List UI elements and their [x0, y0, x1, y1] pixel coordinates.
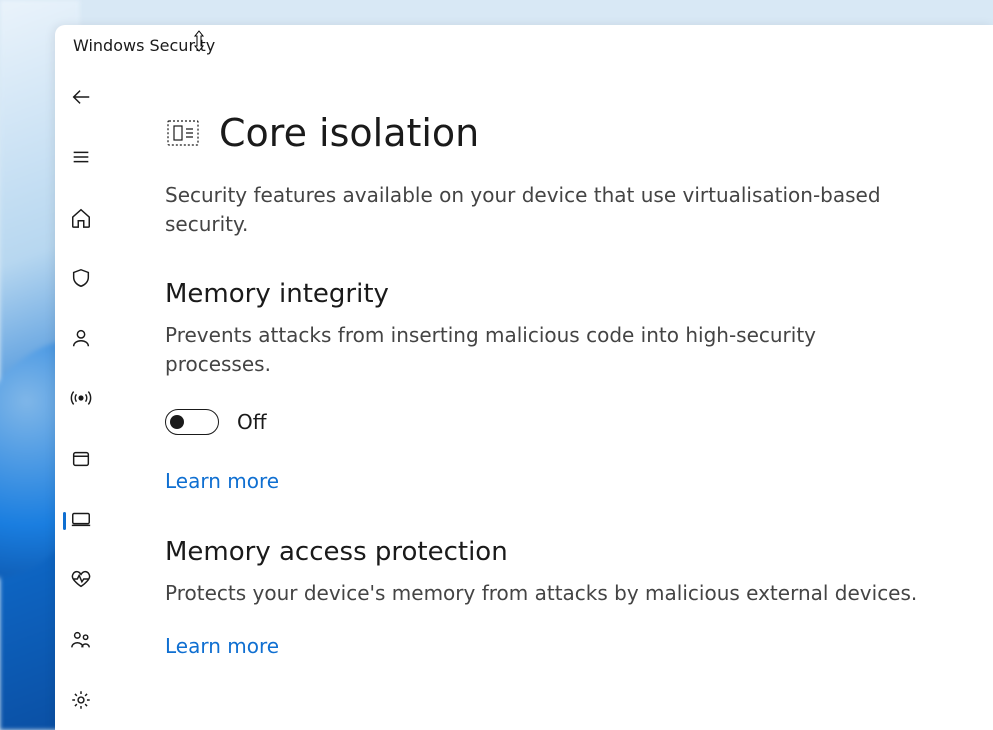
- memory-integrity-learn-more-link[interactable]: Learn more: [165, 469, 279, 493]
- main-content: Core isolation Security features availab…: [107, 65, 993, 730]
- memory-access-protection-description: Protects your device's memory from attac…: [165, 579, 925, 608]
- sidebar-item-home[interactable]: [61, 200, 101, 236]
- memory-integrity-description: Prevents attacks from inserting maliciou…: [165, 321, 925, 379]
- toggle-knob: [170, 415, 184, 429]
- sidebar-selection-indicator: [63, 512, 66, 530]
- broadcast-icon: [70, 387, 92, 409]
- hamburger-button[interactable]: [61, 139, 101, 175]
- memory-integrity-heading: Memory integrity: [165, 279, 973, 309]
- sidebar-item-family-options[interactable]: [61, 621, 101, 657]
- windows-security-window: Windows Security: [55, 25, 993, 730]
- person-icon: [70, 327, 92, 349]
- core-isolation-icon: [165, 115, 201, 151]
- sidebar-item-device-security[interactable]: [61, 501, 101, 537]
- sidebar-item-firewall[interactable]: [61, 380, 101, 416]
- sidebar-item-app-browser[interactable]: [61, 441, 101, 477]
- page-description: Security features available on your devi…: [165, 181, 885, 239]
- sidebar-item-settings[interactable]: [61, 682, 101, 718]
- memory-integrity-toggle[interactable]: [165, 409, 219, 435]
- resize-vertical-cursor-icon: [190, 30, 208, 52]
- sidebar: [55, 65, 107, 730]
- back-button[interactable]: [61, 79, 101, 115]
- shield-icon: [70, 267, 92, 289]
- device-icon: [70, 508, 92, 530]
- gear-icon: [70, 689, 92, 711]
- heart-pulse-icon: [70, 568, 92, 590]
- sidebar-item-account-protection[interactable]: [61, 320, 101, 356]
- memory-integrity-toggle-row: Off: [165, 409, 973, 435]
- memory-access-protection-learn-more-link[interactable]: Learn more: [165, 634, 279, 658]
- memory-integrity-toggle-state: Off: [237, 410, 267, 434]
- app-window-icon: [70, 448, 92, 470]
- menu-icon: [70, 146, 92, 168]
- page-header: Core isolation: [165, 111, 973, 155]
- home-icon: [70, 207, 92, 229]
- arrow-left-icon: [70, 86, 92, 108]
- page-title: Core isolation: [219, 111, 479, 155]
- memory-access-protection-heading: Memory access protection: [165, 537, 973, 567]
- sidebar-item-performance-health[interactable]: [61, 561, 101, 597]
- sidebar-item-virus-threat[interactable]: [61, 260, 101, 296]
- family-icon: [70, 629, 92, 651]
